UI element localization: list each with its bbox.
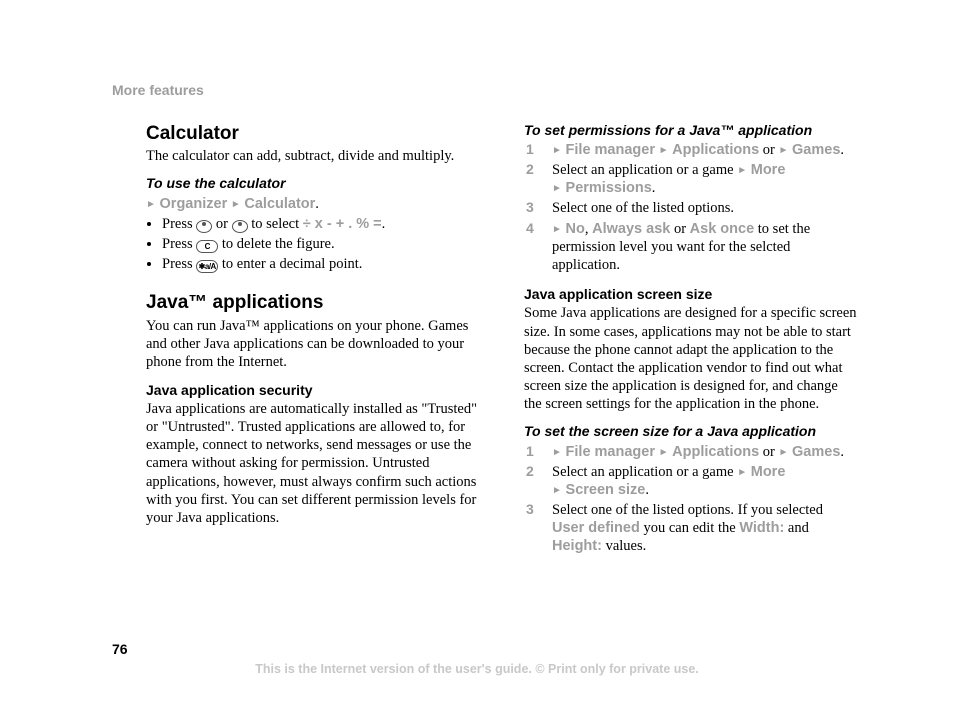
star-key-icon: ✱a/A [196,260,218,273]
permissions-steps: ► File manager ► Applications or ► Games… [524,141,858,274]
calculator-howto-heading: To use the calculator [146,175,480,193]
menu-arrow-icon: ► [659,145,669,156]
menu-arrow-icon: ► [231,199,241,210]
footer-note: This is the Internet version of the user… [0,662,954,678]
nav-applications: Applications [672,142,759,158]
nav-applications: Applications [672,444,759,460]
size-step-3: Select one of the listed options. If you… [524,501,858,555]
field-width: Width: [739,520,784,536]
nav-file-manager: File manager [566,142,655,158]
calculator-heading: Calculator [146,122,480,146]
field-height: Height: [552,538,602,554]
nav-games: Games [792,142,840,158]
java-security-body: Java applications are automatically inst… [146,400,480,527]
perm-step-4: ► No, Always ask or Ask once to set the … [524,220,858,274]
size-step-1: ► File manager ► Applications or ► Games… [524,443,858,461]
opt-ask-once: Ask once [690,221,754,237]
nav-screen-size: Screen size [566,482,646,498]
calculator-nav-path: ► Organizer ► Calculator. [146,195,480,213]
calc-step-2: Press C to delete the figure. [162,235,480,253]
nav-games: Games [792,444,840,460]
nav-more: More [751,464,786,480]
opt-always-ask: Always ask [592,221,670,237]
java-heading: Java™ applications [146,291,480,315]
menu-arrow-icon: ► [737,165,747,176]
calculator-body: The calculator can add, subtract, divide… [146,147,480,165]
menu-arrow-icon: ► [146,199,156,210]
menu-arrow-icon: ► [552,485,562,496]
menu-arrow-icon: ► [552,183,562,194]
nav-file-manager: File manager [566,444,655,460]
menu-arrow-icon: ► [552,224,562,235]
java-body: You can run Java™ applications on your p… [146,317,480,371]
page-number: 76 [112,641,128,659]
menu-arrow-icon: ► [779,447,789,458]
c-key-icon: C [196,240,218,253]
page: More features Calculator The calculator … [0,0,954,557]
nav-organizer: Organizer [160,196,228,212]
menu-arrow-icon: ► [779,145,789,156]
menu-arrow-icon: ► [552,447,562,458]
left-column: Calculator The calculator can add, subtr… [146,122,480,558]
right-column: To set permissions for a Java™ applicati… [524,122,858,558]
screen-size-steps: ► File manager ► Applications or ► Games… [524,443,858,556]
calculator-block: Calculator The calculator can add, subtr… [146,122,480,274]
calc-step-1: Press or to select ÷ x - + . % =. [162,215,480,233]
calc-step-3: Press ✱a/A to enter a decimal point. [162,255,480,273]
calculator-steps: Press or to select ÷ x - + . % =. Press … [146,215,480,273]
java-block: Java™ applications You can run Java™ app… [146,291,480,527]
two-column-layout: Calculator The calculator can add, subtr… [112,122,858,558]
java-security-heading: Java application security [146,382,480,400]
size-step-2: Select an application or a game ► More ►… [524,463,858,499]
nav-permissions: Permissions [566,180,652,196]
nav-calculator: Calculator [244,196,315,212]
screen-size-howto-heading: To set the screen size for a Java applic… [524,423,858,441]
perm-step-3: Select one of the listed options. [524,199,858,217]
opt-user-defined: User defined [552,520,640,536]
menu-arrow-icon: ► [552,145,562,156]
nav-more: More [751,162,786,178]
perm-step-2: Select an application or a game ► More ►… [524,161,858,197]
calc-operators: ÷ x - + . % = [303,216,382,232]
menu-arrow-icon: ► [737,467,747,478]
permissions-howto-heading: To set permissions for a Java™ applicati… [524,122,858,140]
opt-no: No [566,221,585,237]
nav-right-key-icon [232,220,248,233]
perm-step-1: ► File manager ► Applications or ► Games… [524,141,858,159]
nav-left-key-icon [196,220,212,233]
section-header: More features [112,82,858,100]
screen-size-heading: Java application screen size [524,286,858,304]
menu-arrow-icon: ► [659,447,669,458]
screen-size-body: Some Java applications are designed for … [524,304,858,413]
